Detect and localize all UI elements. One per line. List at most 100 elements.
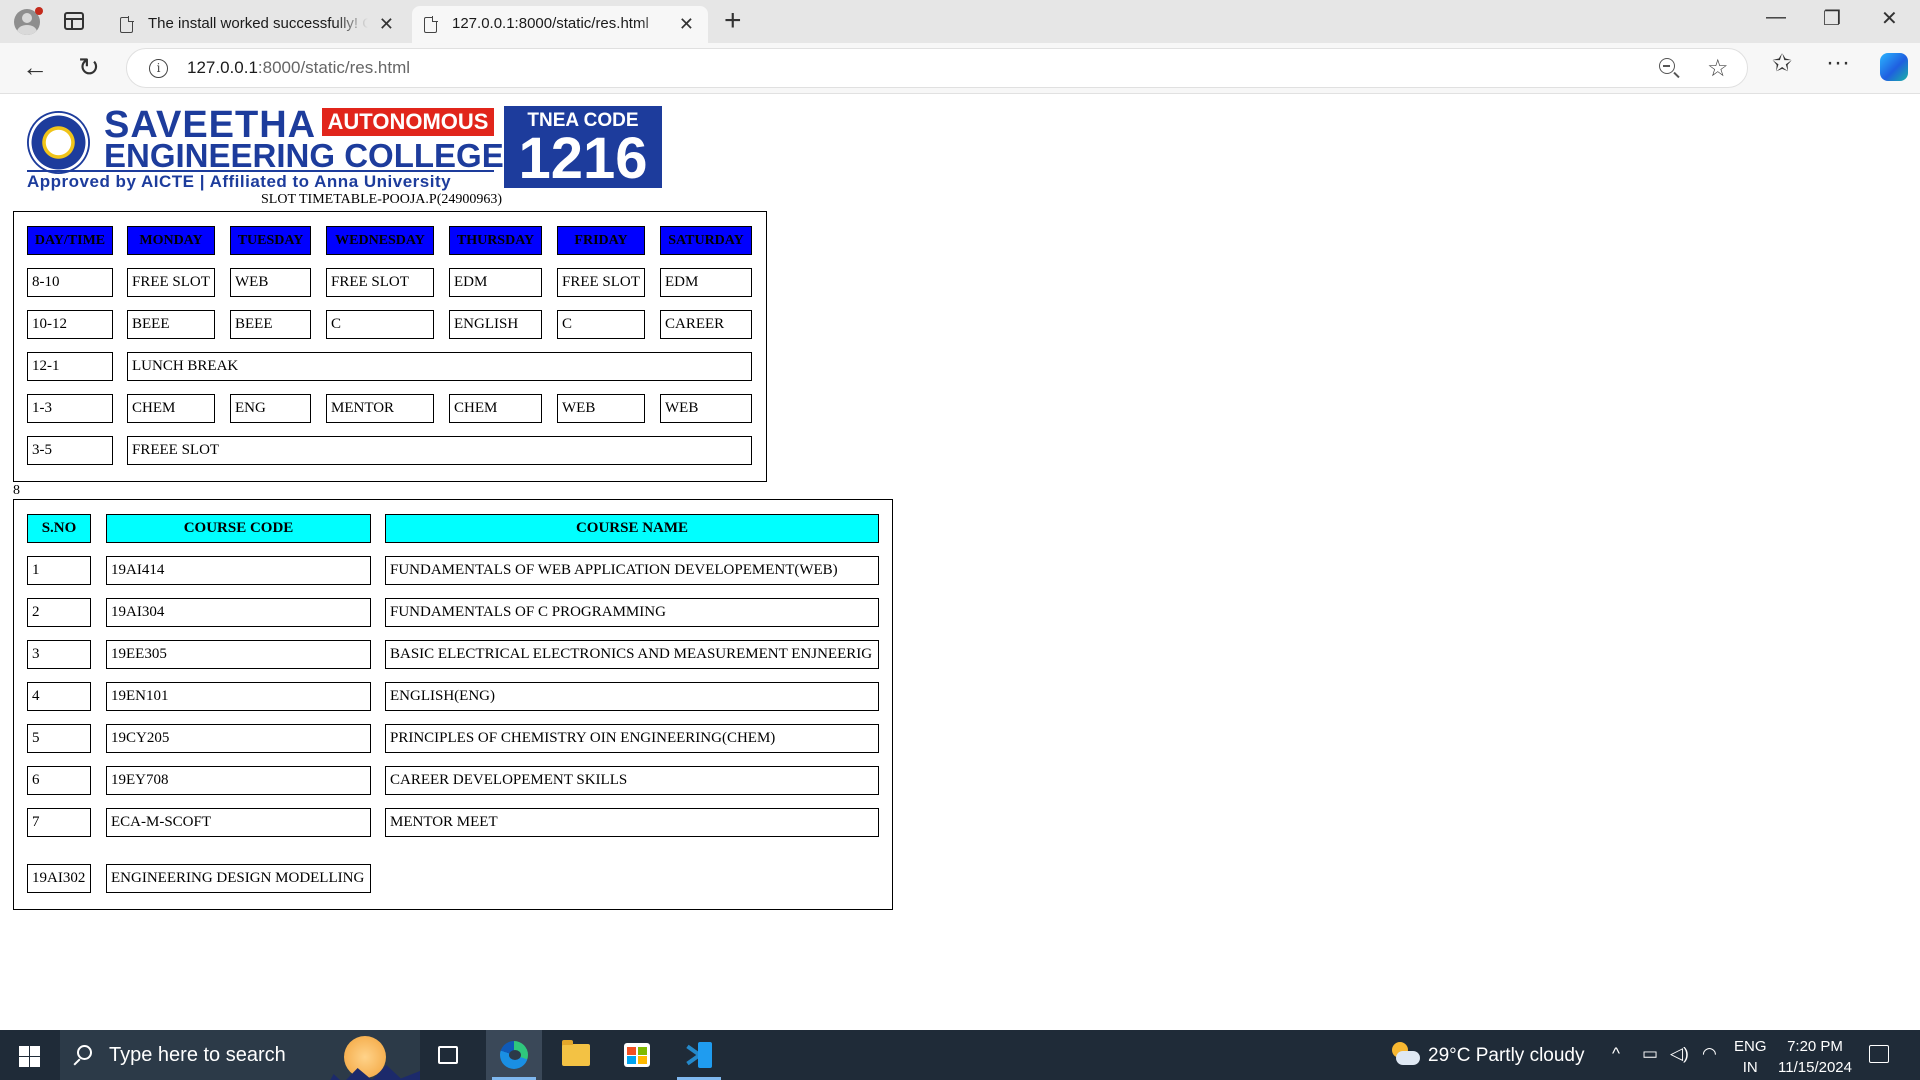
timetable-cell: EDM <box>449 268 542 297</box>
back-button[interactable]: ← <box>22 52 48 83</box>
clock-time: 7:20 PM <box>1787 1038 1843 1055</box>
timetable-cell: EDM <box>660 268 752 297</box>
course-header-cell: S.NO <box>27 514 91 543</box>
notification-center-icon[interactable] <box>1869 1045 1889 1063</box>
taskbar-store[interactable] <box>609 1030 665 1080</box>
reload-button[interactable]: ↻ <box>78 52 100 83</box>
wifi-icon[interactable]: ◠ <box>1702 1044 1717 1064</box>
microsoft-store-icon <box>624 1043 650 1067</box>
timetable-header-cell: WEDNESDAY <box>326 226 434 255</box>
search-highlight-image[interactable] <box>324 1030 420 1080</box>
url-path: :8000/static/res.html <box>257 58 411 77</box>
favorites-icon[interactable]: ✩ <box>1772 49 1792 78</box>
timetable-cell: FREE SLOT <box>127 268 215 297</box>
timetable-header-cell: SATURDAY <box>660 226 752 255</box>
timetable-cell: CHEM <box>127 394 215 423</box>
taskbar-search-box[interactable]: Type here to search <box>60 1030 420 1080</box>
timetable-cell: ENG <box>230 394 311 423</box>
stray-text: 8 <box>13 483 20 498</box>
course-sno-cell: 4 <box>27 682 91 711</box>
tab-title: The install worked successfully! Co <box>148 15 368 32</box>
tab-title: 127.0.0.1:8000/static/res.html <box>452 15 649 32</box>
course-name-cell: BASIC ELECTRICAL ELECTRONICS AND MEASURE… <box>385 640 879 669</box>
timetable-cell: WEB <box>230 268 311 297</box>
favorite-star-icon[interactable]: ☆ <box>1707 54 1729 83</box>
course-sno-cell: 6 <box>27 766 91 795</box>
copilot-icon[interactable] <box>1880 53 1908 81</box>
course-code-cell: 19EE305 <box>106 640 371 669</box>
course-sno-cell: 2 <box>27 598 91 627</box>
taskbar-edge[interactable] <box>486 1030 542 1080</box>
search-icon <box>77 1045 92 1060</box>
course-code-cell: 19CY205 <box>106 724 371 753</box>
show-hidden-icons-chevron-icon[interactable]: ^ <box>1612 1044 1620 1064</box>
timetable-free-slot-cell: FREEE SLOT <box>127 436 752 465</box>
course-name-cell: CAREER DEVELOPEMENT SKILLS <box>385 766 879 795</box>
course-code-cell: 19EY708 <box>106 766 371 795</box>
browser-tab-bar: The install worked successfully! Co ✕ 12… <box>0 0 1920 43</box>
tnea-code-badge: TNEA CODE 1216 <box>504 106 662 188</box>
timetable-cell: CHEM <box>449 394 542 423</box>
language-code: ENG <box>1734 1038 1767 1055</box>
taskbar-file-explorer[interactable] <box>547 1030 603 1080</box>
timetable-cell: MENTOR <box>326 394 434 423</box>
tnea-code: 1216 <box>518 126 648 191</box>
course-code-cell: 19AI414 <box>106 556 371 585</box>
timetable-cell: C <box>326 310 434 339</box>
tab-actions-icon[interactable] <box>64 12 84 30</box>
course-sno-cell: 7 <box>27 808 91 837</box>
course-name-cell: FUNDAMENTALS OF WEB APPLICATION DEVELOPE… <box>385 556 879 585</box>
course-sno-cell: 1 <box>27 556 91 585</box>
zoom-out-icon[interactable] <box>1659 58 1675 74</box>
weather-partly-cloudy-icon[interactable] <box>1390 1042 1420 1068</box>
task-view-icon[interactable] <box>438 1046 458 1064</box>
course-sno-cell: 3 <box>27 640 91 669</box>
close-tab-icon[interactable]: ✕ <box>379 14 394 35</box>
browser-toolbar: ← ↻ i 127.0.0.1:8000/static/res.html ☆ ✩… <box>0 43 1920 93</box>
windows-start-icon[interactable] <box>19 1046 40 1067</box>
close-window-button[interactable]: ✕ <box>1881 6 1898 31</box>
timetable-cell: C <box>557 310 645 339</box>
course-sno-cell: 19AI302 <box>27 864 91 893</box>
url-text[interactable]: 127.0.0.1:8000/static/res.html <box>187 58 410 78</box>
timetable-header-cell: THURSDAY <box>449 226 542 255</box>
restore-button[interactable]: ❐ <box>1823 6 1841 31</box>
tab-res-html[interactable]: 127.0.0.1:8000/static/res.html ✕ <box>412 6 708 43</box>
more-options-icon[interactable]: ··· <box>1826 49 1850 77</box>
system-clock[interactable]: 7:20 PM 11/15/2024 <box>1774 1036 1856 1078</box>
logo-autonomous-badge: AUTONOMOUS <box>322 108 494 136</box>
timetable-time-cell: 3-5 <box>27 436 113 465</box>
language-indicator[interactable]: ENG IN <box>1734 1036 1767 1078</box>
timetable-time-cell: 1-3 <box>27 394 113 423</box>
close-tab-icon[interactable]: ✕ <box>679 14 694 35</box>
minimize-button[interactable]: — <box>1766 6 1786 29</box>
timetable-cell: BEEE <box>230 310 311 339</box>
tab-install-worked[interactable]: The install worked successfully! Co ✕ <box>108 6 408 43</box>
course-name-cell: MENTOR MEET <box>385 808 879 837</box>
course-sno-cell: 5 <box>27 724 91 753</box>
timetable-time-cell: 10-12 <box>27 310 113 339</box>
volume-icon[interactable]: ◁) <box>1670 1044 1689 1064</box>
course-code-cell: ENGINEERING DESIGN MODELLING <box>106 864 371 893</box>
page-icon <box>424 16 438 33</box>
meet-now-icon[interactable]: ▭ <box>1642 1044 1658 1064</box>
new-tab-button[interactable]: + <box>724 4 742 38</box>
vscode-icon <box>686 1042 712 1068</box>
course-table: S.NO COURSE CODE COURSE NAME 1 19AI414 F… <box>13 499 893 910</box>
site-info-icon[interactable]: i <box>149 59 168 78</box>
timetable-header-cell: TUESDAY <box>230 226 311 255</box>
college-logo: SAVEETHA AUTONOMOUS ENGINEERING COLLEGE … <box>24 104 666 191</box>
timetable-table: DAY/TIME MONDAY TUESDAY WEDNESDAY THURSD… <box>13 211 767 482</box>
timetable-cell: FREE SLOT <box>326 268 434 297</box>
address-bar[interactable]: i 127.0.0.1:8000/static/res.html ☆ <box>126 48 1748 88</box>
timetable-time-cell: 12-1 <box>27 352 113 381</box>
timetable-cell: WEB <box>660 394 752 423</box>
course-header-cell: COURSE NAME <box>385 514 879 543</box>
timetable-time-cell: 8-10 <box>27 268 113 297</box>
timetable-cell: CAREER <box>660 310 752 339</box>
taskbar-vscode[interactable] <box>671 1030 727 1080</box>
weather-text[interactable]: 29°C Partly cloudy <box>1428 1045 1585 1067</box>
clock-date: 11/15/2024 <box>1778 1059 1852 1076</box>
timetable-cell: BEEE <box>127 310 215 339</box>
timetable-cell: WEB <box>557 394 645 423</box>
